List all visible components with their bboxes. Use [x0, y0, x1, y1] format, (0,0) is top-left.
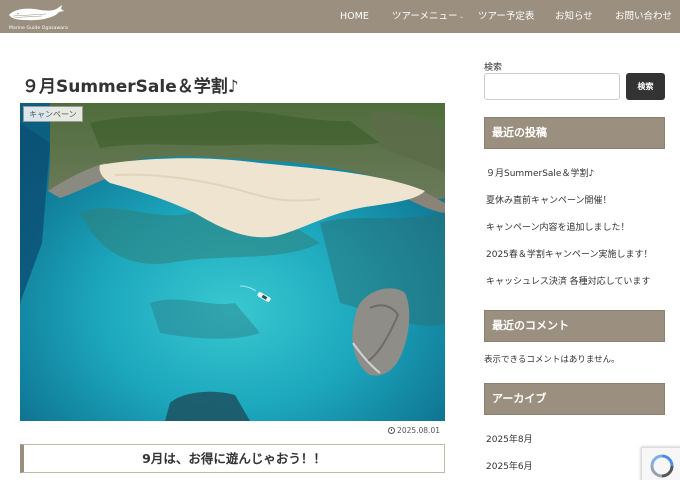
nav-tour-menu[interactable]: ツアーメニュー	[392, 0, 458, 33]
nav-contact[interactable]: お問い合わせ	[615, 0, 672, 33]
search-label: 検索	[484, 63, 503, 73]
logo-text: Marine Guide Ogasawara	[9, 26, 68, 31]
archive-link[interactable]: 2025年8月	[486, 432, 533, 445]
post-subheading: 9月は、お得に遊んじゃおう！！	[20, 444, 445, 473]
recaptcha-icon	[650, 454, 674, 478]
recent-comments-title: 最近のコメント	[484, 310, 665, 342]
nav-home[interactable]: HOME	[340, 0, 369, 33]
chevron-down-icon: ⌄	[459, 13, 465, 20]
archive-link[interactable]: 2025年6月	[486, 459, 533, 472]
post-featured-image[interactable]	[20, 103, 445, 421]
post-date: 2025.08.01	[388, 426, 440, 435]
recent-post-link[interactable]: 夏休み直前キャンペーン開催！	[486, 193, 612, 206]
nav-news[interactable]: お知らせ	[555, 0, 593, 33]
nav-tour-schedule[interactable]: ツアー予定表	[478, 0, 534, 33]
category-badge[interactable]: キャンペーン	[23, 106, 83, 122]
site-logo[interactable]: Marine Guide Ogasawara	[6, 2, 68, 32]
recent-post-link[interactable]: ９月SummerSale＆学割♪	[486, 166, 594, 179]
search-button[interactable]: 検索	[626, 73, 665, 100]
clock-icon	[388, 427, 396, 434]
recent-post-link[interactable]: 2025春＆学割キャンペーン実施します！	[486, 247, 652, 260]
post-date-text: 2025.08.01	[397, 426, 440, 435]
site-header: Marine Guide Ogasawara HOME ツアーメニュー ⌄ ツア…	[0, 0, 680, 33]
whale-logo-icon	[9, 5, 64, 21]
recaptcha-badge[interactable]	[641, 447, 680, 480]
archive-title: アーカイブ	[484, 383, 665, 415]
recent-posts-title: 最近の投稿	[484, 117, 665, 149]
no-comments-text: 表示できるコメントはありません。	[484, 355, 620, 365]
recent-post-link[interactable]: キャッシュレス決済 各種対応しています	[486, 274, 650, 287]
search-input[interactable]	[484, 73, 620, 100]
post-title: ９月SummerSale＆学割♪	[22, 77, 239, 97]
recent-post-link[interactable]: キャンペーン内容を追加しました！	[486, 220, 630, 233]
